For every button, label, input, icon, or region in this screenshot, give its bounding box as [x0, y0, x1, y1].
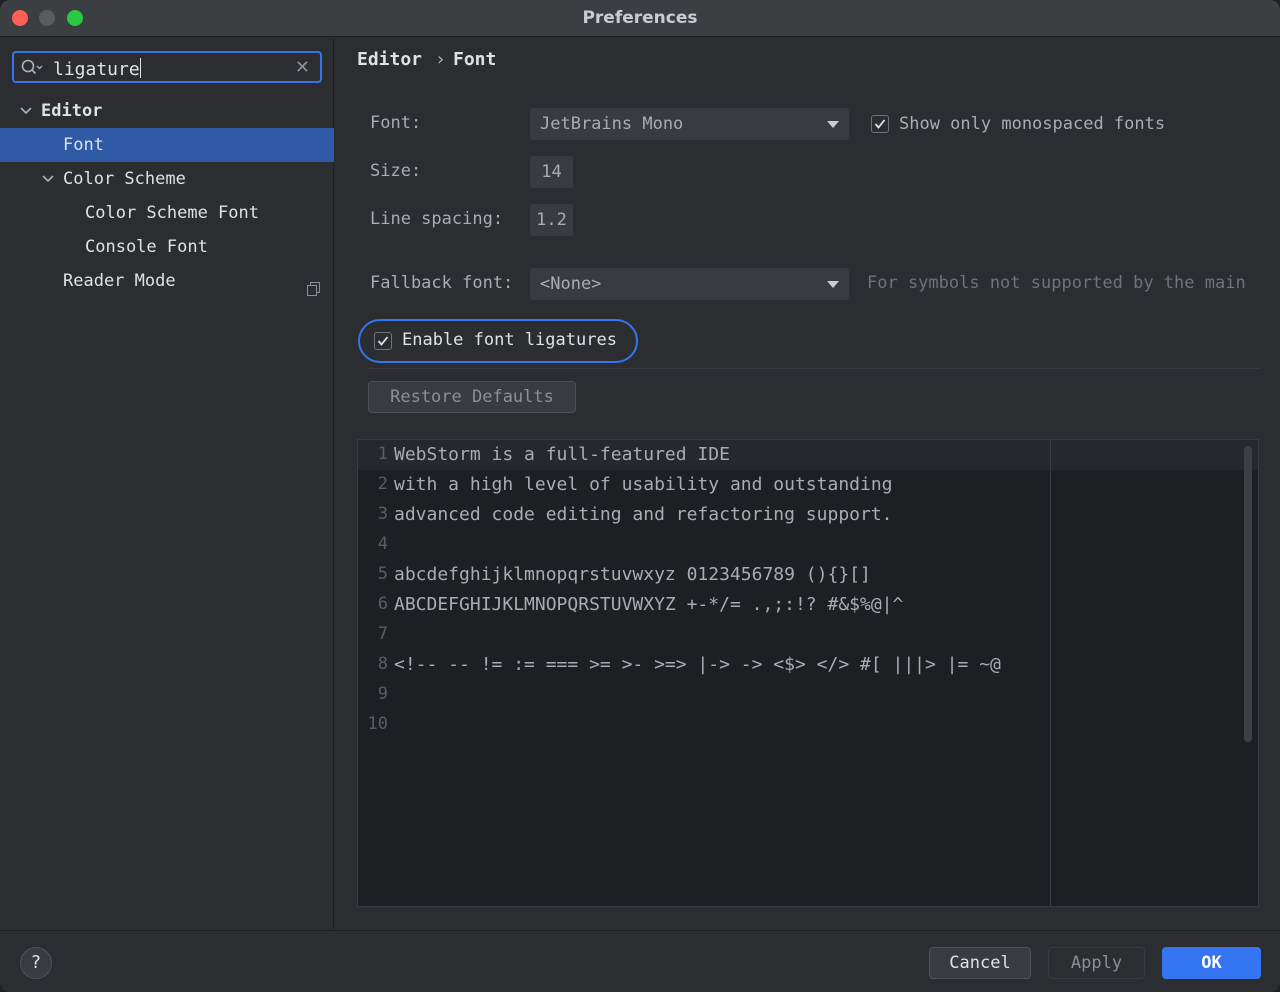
ok-button[interactable]: OK: [1162, 947, 1261, 979]
monospaced-checkbox-label[interactable]: Show only monospaced fonts: [899, 114, 1165, 134]
settings-search-field[interactable]: ligature ✕: [12, 51, 322, 83]
tree-item-label: Reader Mode: [63, 271, 176, 291]
text-cursor: [139, 58, 141, 78]
fallback-font-dropdown[interactable]: <None>: [530, 268, 849, 300]
settings-tree: Editor Font Color Scheme Color Scheme Fo…: [0, 94, 334, 298]
font-label: Font:: [370, 113, 422, 133]
tree-item-font[interactable]: Font: [0, 128, 334, 162]
settings-sidebar: ligature ✕ Editor Font Color Scheme Colo…: [0, 38, 334, 930]
tree-item-label: Console Font: [85, 237, 208, 257]
fallback-font-hint: For symbols not supported by the main: [867, 273, 1246, 293]
preview-line: 8 <!-- -- != := === >= >- >=> |-> -> <$> …: [358, 650, 1050, 680]
preview-line-text: <!-- -- != := === >= >- >=> |-> -> <$> <…: [394, 654, 1001, 675]
line-number: 10: [367, 714, 388, 734]
line-spacing-label: Line spacing:: [370, 209, 504, 229]
right-margin-guide: [1050, 440, 1051, 906]
preferences-window: Preferences ligature ✕ Editor Font Color…: [0, 0, 1280, 992]
tree-item-label: Color Scheme: [63, 169, 186, 189]
preview-line-text: abcdefghijklmnopqrstuvwxyz 0123456789 ()…: [394, 564, 871, 585]
font-settings-content: Font: JetBrains Mono Show only monospace…: [335, 82, 1280, 930]
ligatures-checkbox-label[interactable]: Enable font ligatures: [402, 330, 617, 350]
monospaced-checkbox[interactable]: [871, 115, 889, 133]
font-dropdown-value: JetBrains Mono: [540, 114, 684, 134]
line-spacing-field[interactable]: 1.2: [530, 204, 573, 236]
clear-search-icon[interactable]: ✕: [295, 57, 310, 78]
preview-line: 6 ABCDEFGHIJKLMNOPQRSTUVWXYZ +-*/= .,;:!?…: [358, 590, 1050, 620]
tree-item-console-font[interactable]: Console Font: [0, 230, 334, 264]
size-field[interactable]: 14: [530, 156, 573, 188]
line-number: 7: [377, 624, 388, 644]
line-number: 2: [377, 474, 388, 494]
breadcrumb-separator: ›: [435, 49, 446, 70]
preview-line-text: WebStorm is a full-featured IDE: [394, 444, 730, 465]
preview-line: 5 abcdefghijklmnopqrstuvwxyz 0123456789 (…: [358, 560, 1050, 590]
fallback-font-label: Fallback font:: [370, 273, 514, 293]
line-number: 5: [377, 564, 388, 584]
preview-line: 2 with a high level of usability and outs…: [358, 470, 1050, 500]
line-number: 6: [377, 594, 388, 614]
restore-defaults-button[interactable]: Restore Defaults: [368, 381, 576, 413]
preview-line: 1 WebStorm is a full-featured IDE: [358, 440, 1050, 470]
window-title: Preferences: [582, 8, 698, 28]
breadcrumb: Editor › Font: [335, 38, 1280, 82]
line-number: 4: [377, 534, 388, 554]
preview-line: 7: [358, 620, 1050, 650]
ligatures-checkbox[interactable]: [374, 332, 392, 350]
font-preview-editor[interactable]: 1 WebStorm is a full-featured IDE 2 with a …: [357, 439, 1259, 907]
preview-scrollbar[interactable]: [1244, 446, 1252, 742]
settings-main-panel: Editor › Font Font: JetBrains Mono Show …: [335, 38, 1280, 930]
dropdown-arrow-icon: [827, 121, 839, 128]
section-divider: [368, 368, 1260, 369]
size-label: Size:: [370, 161, 422, 181]
preview-line-text: with a high level of usability and outst…: [394, 474, 893, 495]
tree-item-color-scheme[interactable]: Color Scheme: [0, 162, 334, 196]
help-button[interactable]: ?: [20, 947, 52, 979]
current-line-highlight: [1051, 440, 1258, 470]
tree-item-color-scheme-font[interactable]: Color Scheme Font: [0, 196, 334, 230]
breadcrumb-parent[interactable]: Editor: [357, 49, 422, 70]
tree-item-editor[interactable]: Editor: [0, 94, 334, 128]
breadcrumb-current: Font: [453, 49, 497, 70]
dropdown-arrow-icon: [827, 281, 839, 288]
title-bar: Preferences: [0, 0, 1280, 37]
preview-line: 4: [358, 530, 1050, 560]
preview-line-text: ABCDEFGHIJKLMNOPQRSTUVWXYZ +-*/= .,;:!? …: [394, 594, 904, 615]
apply-button[interactable]: Apply: [1048, 947, 1145, 979]
preview-line: 10: [358, 710, 1050, 740]
tree-item-label: Color Scheme Font: [85, 203, 259, 223]
font-dropdown[interactable]: JetBrains Mono: [530, 108, 849, 140]
line-number: 3: [377, 504, 388, 524]
line-number: 9: [377, 684, 388, 704]
preview-line: 3 advanced code editing and refactoring s…: [358, 500, 1050, 530]
preview-line: 9: [358, 680, 1050, 710]
search-input[interactable]: ligature: [53, 58, 141, 80]
cancel-button[interactable]: Cancel: [929, 947, 1031, 979]
preview-line-text: advanced code editing and refactoring su…: [394, 504, 893, 525]
fallback-font-value: <None>: [540, 274, 602, 294]
line-number: 1: [377, 444, 388, 464]
project-settings-icon: [307, 274, 320, 296]
dialog-footer: ? Cancel Apply OK: [0, 930, 1280, 992]
search-icon: [21, 59, 43, 77]
tree-item-label: Editor: [41, 101, 103, 121]
tree-item-reader-mode[interactable]: Reader Mode: [0, 264, 334, 298]
tree-item-label: Font: [63, 135, 104, 155]
line-number: 8: [377, 654, 388, 674]
